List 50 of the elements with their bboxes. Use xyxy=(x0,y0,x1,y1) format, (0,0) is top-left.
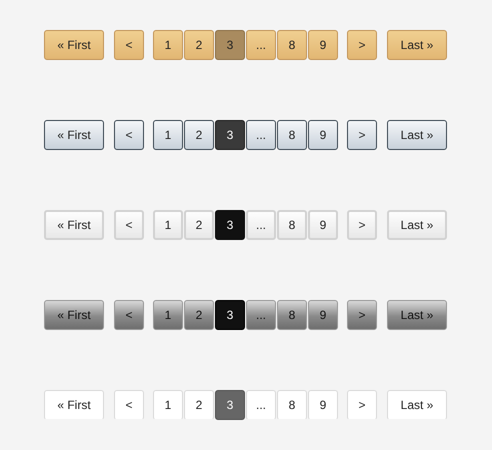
first-page-button[interactable]: « First xyxy=(44,210,104,240)
page-button[interactable]: 3 xyxy=(215,210,245,240)
page-button[interactable]: 1 xyxy=(153,120,183,150)
next-page-button[interactable]: > xyxy=(347,210,377,240)
page-button[interactable]: 9 xyxy=(308,30,338,60)
page-button[interactable]: 1 xyxy=(153,210,183,240)
previous-page-button[interactable]: < xyxy=(114,30,144,60)
page-button[interactable]: ... xyxy=(246,210,276,240)
page-button[interactable]: 8 xyxy=(277,300,307,330)
page-button[interactable]: 3 xyxy=(215,120,245,150)
next-page-button[interactable]: > xyxy=(347,30,377,60)
page-button[interactable]: 2 xyxy=(184,390,214,420)
page-button[interactable]: 8 xyxy=(277,30,307,60)
page-button[interactable]: ... xyxy=(246,120,276,150)
last-page-button[interactable]: Last » xyxy=(387,300,447,330)
previous-page-button[interactable]: < xyxy=(114,210,144,240)
page-button[interactable]: 8 xyxy=(277,120,307,150)
first-page-button[interactable]: « First xyxy=(44,390,104,420)
page-button[interactable]: 3 xyxy=(215,390,245,420)
page-button[interactable]: ... xyxy=(246,390,276,420)
page-button[interactable]: 9 xyxy=(308,210,338,240)
last-page-button[interactable]: Last » xyxy=(387,120,447,150)
page-button[interactable]: 2 xyxy=(184,30,214,60)
page-button[interactable]: 8 xyxy=(277,390,307,420)
first-page-button[interactable]: « First xyxy=(44,120,104,150)
page-button[interactable]: 1 xyxy=(153,390,183,420)
next-page-button[interactable]: > xyxy=(347,390,377,420)
page-button[interactable]: 2 xyxy=(184,210,214,240)
page-button[interactable]: 9 xyxy=(308,300,338,330)
page-button[interactable]: ... xyxy=(246,30,276,60)
next-page-button[interactable]: > xyxy=(347,120,377,150)
page-button[interactable]: 3 xyxy=(215,300,245,330)
page-button[interactable]: 9 xyxy=(308,390,338,420)
page-button[interactable]: 8 xyxy=(277,210,307,240)
first-page-button[interactable]: « First xyxy=(44,300,104,330)
previous-page-button[interactable]: < xyxy=(114,300,144,330)
last-page-button[interactable]: Last » xyxy=(387,210,447,240)
next-page-button[interactable]: > xyxy=(347,300,377,330)
page-button[interactable]: 2 xyxy=(184,120,214,150)
previous-page-button[interactable]: < xyxy=(114,120,144,150)
page-button[interactable]: 3 xyxy=(215,30,245,60)
page-button[interactable]: 1 xyxy=(153,30,183,60)
previous-page-button[interactable]: < xyxy=(114,390,144,420)
page-button[interactable]: 2 xyxy=(184,300,214,330)
last-page-button[interactable]: Last » xyxy=(387,30,447,60)
page-button[interactable]: 9 xyxy=(308,120,338,150)
last-page-button[interactable]: Last » xyxy=(387,390,447,420)
page-button[interactable]: 1 xyxy=(153,300,183,330)
first-page-button[interactable]: « First xyxy=(44,30,104,60)
page-button[interactable]: ... xyxy=(246,300,276,330)
